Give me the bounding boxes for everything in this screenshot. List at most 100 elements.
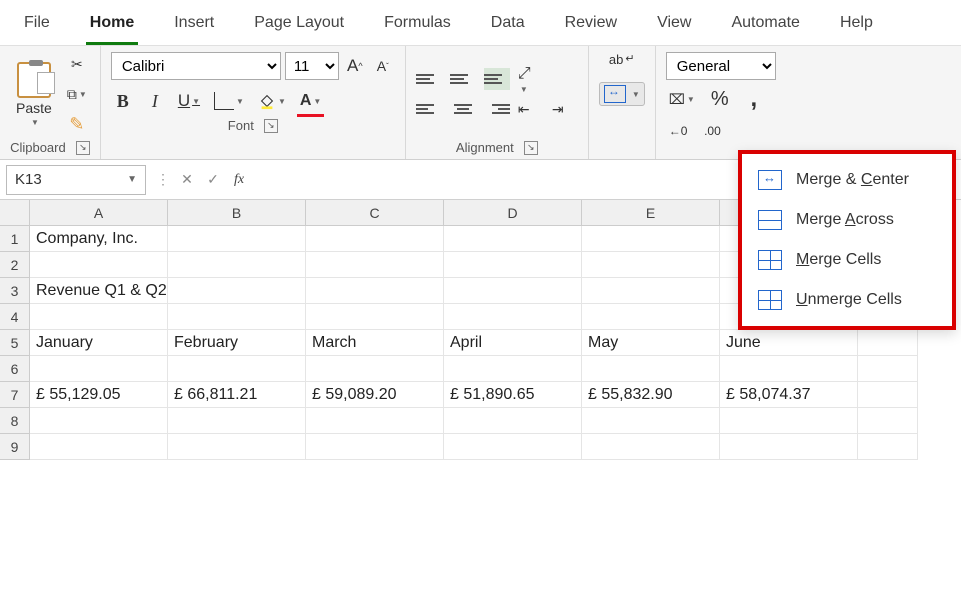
tab-data[interactable]: Data [487, 8, 529, 45]
cell[interactable] [168, 408, 306, 434]
row-header[interactable]: 7 [0, 382, 30, 408]
cell[interactable]: £ 55,832.90 [582, 382, 720, 408]
cell[interactable] [306, 408, 444, 434]
tab-formulas[interactable]: Formulas [380, 8, 455, 45]
row-header[interactable]: 4 [0, 304, 30, 330]
cell[interactable] [306, 356, 444, 382]
row-header[interactable]: 6 [0, 356, 30, 382]
insert-function-button[interactable]: fx [226, 167, 252, 193]
cell[interactable] [444, 226, 582, 252]
cell[interactable]: February [168, 330, 306, 356]
cell[interactable]: Company, Inc. [30, 226, 168, 252]
cell[interactable] [30, 434, 168, 460]
cell[interactable] [444, 304, 582, 330]
font-color-button[interactable]: A▼ [297, 88, 324, 114]
tab-file[interactable]: File [20, 8, 54, 45]
cell[interactable]: May [582, 330, 720, 356]
tab-page-layout[interactable]: Page Layout [250, 8, 348, 45]
merge-and-center-item[interactable]: Merge & Center [742, 160, 952, 200]
tab-insert[interactable]: Insert [170, 8, 218, 45]
cell[interactable] [306, 304, 444, 330]
increase-indent-button[interactable]: ⇥ [552, 98, 578, 120]
cell[interactable]: £ 66,811.21 [168, 382, 306, 408]
cell[interactable] [444, 278, 582, 304]
cell[interactable]: March [306, 330, 444, 356]
cut-button[interactable]: ✂ [64, 52, 90, 76]
orientation-button[interactable]: ⤢▼ [518, 68, 544, 90]
accounting-format-button[interactable]: ⌧▼ [666, 86, 698, 112]
cell[interactable] [30, 304, 168, 330]
merge-across-item[interactable]: Merge Across [742, 200, 952, 240]
align-middle-button[interactable] [450, 68, 476, 90]
cell[interactable] [582, 356, 720, 382]
percent-button[interactable]: % [708, 86, 732, 112]
paste-button[interactable]: Paste ▼ [10, 60, 58, 129]
cell[interactable] [306, 434, 444, 460]
copy-button[interactable]: ⧉▼ [64, 82, 90, 106]
decrease-font-button[interactable]: Aˇ [371, 53, 395, 79]
tab-help[interactable]: Help [836, 8, 877, 45]
cell[interactable] [444, 408, 582, 434]
row-header[interactable]: 5 [0, 330, 30, 356]
font-dialog-launcher[interactable]: ↘ [264, 119, 278, 133]
number-format-select[interactable]: General [666, 52, 776, 80]
underline-button[interactable]: U▼ [175, 88, 203, 114]
tab-review[interactable]: Review [561, 8, 621, 45]
cell[interactable] [582, 226, 720, 252]
col-header[interactable]: D [444, 200, 582, 226]
row-header[interactable]: 8 [0, 408, 30, 434]
cell[interactable] [168, 252, 306, 278]
increase-decimal-button[interactable]: .00 [700, 118, 724, 144]
merge-cells-item[interactable]: Merge Cells [742, 240, 952, 280]
cell[interactable] [444, 356, 582, 382]
fill-color-button[interactable]: ▼ [255, 88, 289, 114]
cell[interactable] [306, 226, 444, 252]
cell[interactable] [30, 408, 168, 434]
cell[interactable] [306, 252, 444, 278]
format-painter-button[interactable]: ✎ [64, 112, 90, 136]
borders-button[interactable]: ▼ [211, 88, 247, 114]
cell[interactable]: Revenue Q1 & Q2 [30, 278, 168, 304]
bold-button[interactable]: B [111, 88, 135, 114]
cell[interactable] [444, 252, 582, 278]
cell[interactable] [306, 278, 444, 304]
cell[interactable]: £ 58,074.37 [720, 382, 858, 408]
cancel-formula-button[interactable]: ✕ [174, 167, 200, 193]
merge-center-split-button[interactable]: ▼ [599, 82, 645, 106]
increase-font-button[interactable]: A^ [343, 53, 367, 79]
cell[interactable] [30, 252, 168, 278]
cell[interactable] [858, 408, 918, 434]
font-family-select[interactable]: Calibri [111, 52, 281, 80]
col-header[interactable]: B [168, 200, 306, 226]
enter-formula-button[interactable]: ✓ [200, 167, 226, 193]
row-header[interactable]: 1 [0, 226, 30, 252]
cell[interactable] [720, 356, 858, 382]
alignment-dialog-launcher[interactable]: ↘ [524, 141, 538, 155]
align-top-button[interactable] [416, 68, 442, 90]
name-box[interactable]: K13 ▼ [6, 165, 146, 195]
clipboard-dialog-launcher[interactable]: ↘ [76, 141, 90, 155]
font-size-select[interactable]: 11 [285, 52, 339, 80]
cell[interactable] [582, 278, 720, 304]
cell[interactable] [168, 226, 306, 252]
row-header[interactable]: 9 [0, 434, 30, 460]
cell[interactable]: January [30, 330, 168, 356]
tab-home[interactable]: Home [86, 8, 138, 45]
cell[interactable]: £ 55,129.05 [30, 382, 168, 408]
cell[interactable] [582, 434, 720, 460]
cell[interactable]: £ 59,089.20 [306, 382, 444, 408]
comma-button[interactable]: , [742, 86, 766, 112]
decrease-decimal-button[interactable]: ←0 [666, 118, 691, 144]
cell[interactable] [582, 408, 720, 434]
cell[interactable] [168, 278, 306, 304]
align-right-button[interactable] [484, 98, 510, 120]
align-center-button[interactable] [450, 98, 476, 120]
cell[interactable] [168, 304, 306, 330]
row-header[interactable]: 3 [0, 278, 30, 304]
cell[interactable] [582, 252, 720, 278]
tab-view[interactable]: View [653, 8, 695, 45]
col-header[interactable]: A [30, 200, 168, 226]
unmerge-cells-item[interactable]: Unmerge Cells [742, 280, 952, 320]
cell[interactable] [858, 356, 918, 382]
cell[interactable]: June [720, 330, 858, 356]
